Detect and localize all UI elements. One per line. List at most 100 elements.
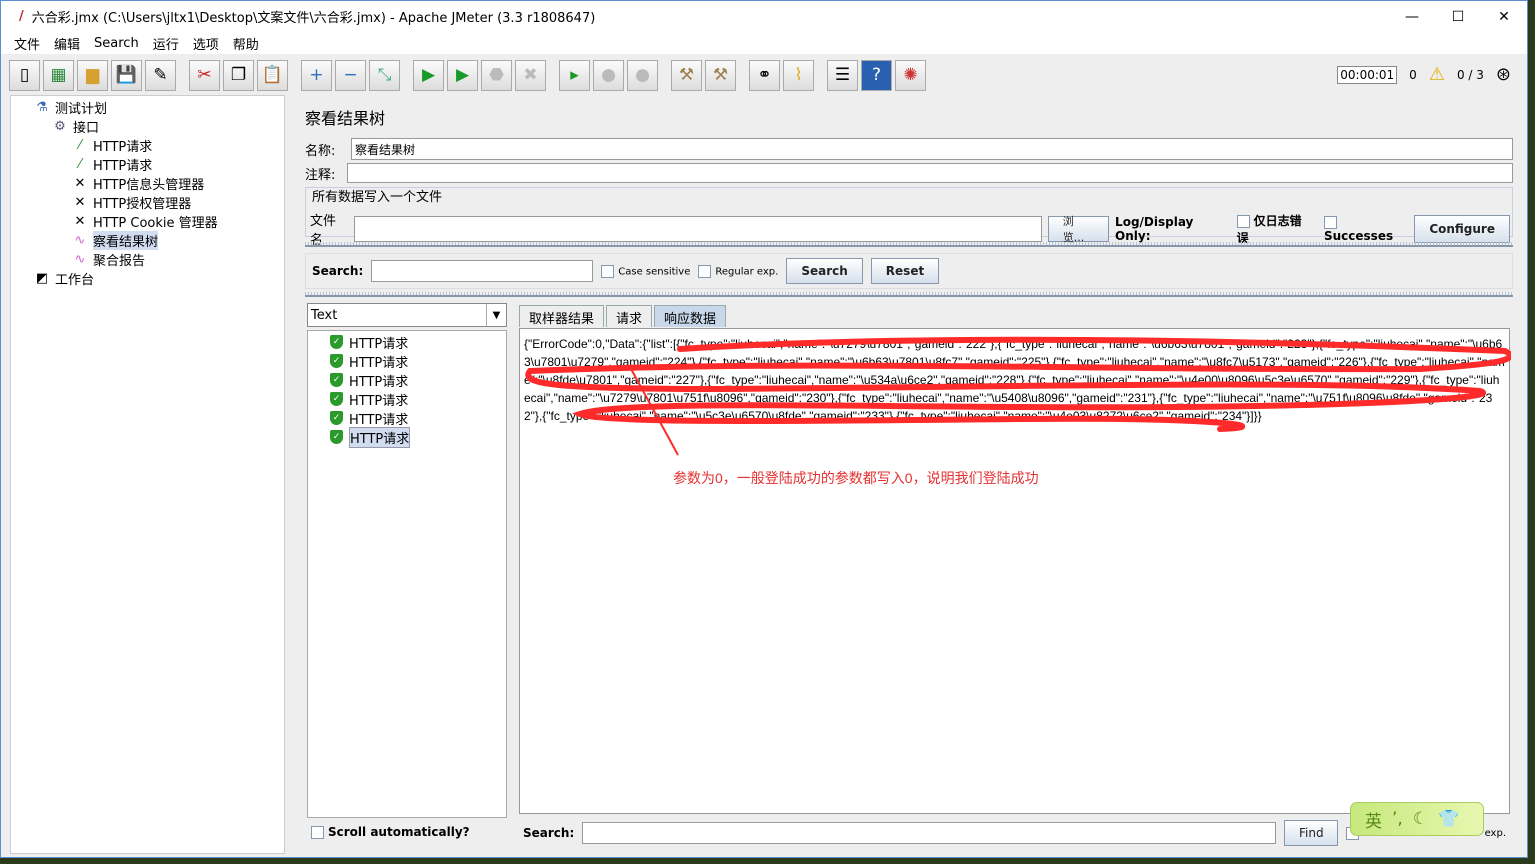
listener-icon: ∿ [74, 251, 86, 267]
browse-button[interactable]: 浏览... [1047, 215, 1110, 244]
renderer-select[interactable]: Text ▼ [307, 303, 507, 327]
result-item[interactable]: ✓ HTTP请求 [330, 371, 408, 390]
reset-button[interactable]: Reset [870, 258, 940, 284]
remote-shutdown-icon[interactable]: ● [627, 59, 658, 91]
tab-request[interactable]: 请求 [606, 305, 653, 327]
comment-field[interactable] [347, 163, 1513, 183]
sampler-icon: ⁄ [78, 156, 82, 172]
toggle-icon[interactable]: ⤡ [369, 59, 400, 91]
tree-node-http-request[interactable]: ⁄ HTTP请求 [71, 136, 152, 155]
reset-search-broom-icon[interactable]: ⌇ [783, 59, 814, 91]
regex-checkbox[interactable]: Regular exp. [698, 264, 778, 278]
search-input[interactable] [371, 260, 594, 282]
configure-button[interactable]: Configure [1414, 215, 1510, 243]
tree-node-thread-group[interactable]: ⚙ 接口 [51, 117, 99, 136]
start-icon[interactable]: ▶ [413, 59, 444, 91]
cut-icon[interactable]: ✂ [189, 59, 220, 91]
menu-edit[interactable]: 编辑 [54, 34, 80, 53]
save-icon[interactable]: 💾 [111, 59, 142, 91]
expand-icon[interactable]: + [301, 59, 332, 91]
name-field[interactable] [351, 138, 1513, 160]
minimize-button[interactable]: — [1389, 1, 1435, 32]
clear-icon[interactable]: ⚒ [671, 59, 702, 91]
menu-file[interactable]: 文件 [14, 34, 40, 53]
jmeter-window: / 六合彩.jmx (C:\Users\jltx1\Desktop\文案文件\六… [0, 0, 1528, 858]
menu-options[interactable]: 选项 [193, 34, 219, 53]
scroll-auto-checkbox[interactable]: Scroll automatically? [311, 825, 470, 839]
ime-toolbar[interactable]: 英 ’, ☾ 👕 [1350, 802, 1484, 836]
menu-run[interactable]: 运行 [153, 34, 179, 53]
warning-icon[interactable]: ⚠ [1429, 64, 1445, 85]
tree-node-view-results-tree[interactable]: ∿ 察看结果树 [71, 230, 159, 250]
tree-node-header-manager[interactable]: ✕ HTTP信息头管理器 [71, 174, 205, 193]
sampler-icon: ⁄ [78, 137, 82, 153]
config-icon: ✕ [74, 213, 86, 229]
close-button[interactable]: ✕ [1481, 1, 1527, 32]
annotation-text: 参数为0，一般登陆成功的参数都写入0，说明我们登陆成功 [673, 470, 1039, 486]
open-icon[interactable]: ▆ [77, 59, 108, 91]
results-list: ✓ HTTP请求 ✓ HTTP请求 ✓ HTTP请求 ✓ HTTP请求 ✓ HTTP请求 … [307, 330, 507, 818]
name-row: 名称: [305, 138, 1513, 160]
tree-node-aggregate-report[interactable]: ∿ 聚合报告 [71, 250, 145, 269]
find-button[interactable]: Find [1284, 820, 1339, 846]
copy-icon[interactable]: ❐ [223, 59, 254, 91]
tree-node-http-request[interactable]: ⁄ HTTP请求 [71, 155, 152, 174]
case-sensitive-checkbox[interactable]: Case sensitive [601, 264, 690, 278]
errors-only-checkbox[interactable]: 仅日志错误 [1236, 212, 1312, 246]
start-no-pause-icon[interactable]: ▶ [447, 59, 478, 91]
stop-icon[interactable]: ⬣ [481, 59, 512, 91]
elapsed-timer: 00:00:01 [1337, 65, 1398, 84]
response-body[interactable]: {"ErrorCode":0,"Data":{"list":[{"fc_type… [519, 328, 1511, 814]
response-search-input[interactable] [582, 822, 1277, 844]
menu-help[interactable]: 帮助 [233, 34, 259, 53]
remote-start-icon[interactable]: ▸ [559, 59, 590, 91]
result-item[interactable]: ✓ HTTP请求 [330, 390, 408, 409]
config-icon: ✕ [74, 194, 86, 210]
successes-checkbox[interactable]: Successes [1323, 215, 1408, 243]
paste-icon[interactable]: 📋 [257, 59, 288, 91]
name-label: 名称: [305, 143, 336, 159]
workbench-icon: ◩ [35, 270, 49, 286]
listener-icon: ∿ [74, 232, 86, 248]
tab-sampler-result[interactable]: 取样器结果 [519, 305, 605, 327]
shutdown-icon[interactable]: ✖ [515, 59, 546, 91]
tree-node-workbench[interactable]: ◩ 工作台 [33, 269, 94, 288]
collapse-icon[interactable]: − [335, 59, 366, 91]
result-item-selected[interactable]: ✓ HTTP请求 [330, 426, 411, 448]
filename-field[interactable] [354, 216, 1042, 242]
save-as-icon[interactable]: ✎ [145, 59, 176, 91]
help-icon[interactable]: ? [861, 59, 892, 91]
success-shield-icon: ✓ [330, 411, 343, 425]
tab-response-data[interactable]: 响应数据 [654, 305, 727, 327]
moon-icon: ☾ [1412, 809, 1429, 829]
result-item[interactable]: ✓ HTTP请求 [330, 352, 408, 371]
punctuation-icon: ’, [1392, 809, 1403, 829]
remote-stop-icon[interactable]: ● [593, 59, 624, 91]
tree-node-test-plan[interactable]: ⚗ 测试计划 [33, 98, 107, 117]
results-list-panel: Text ▼ ✓ HTTP请求 ✓ HTTP请求 ✓ HTTP请求 ✓ HTTP请求 ✓ H… [307, 303, 507, 848]
result-item[interactable]: ✓ HTTP请求 [330, 409, 408, 428]
splitter[interactable] [305, 242, 1513, 247]
config-icon: ✕ [74, 175, 86, 191]
file-group-title: 所有数据写入一个文件 [312, 190, 443, 205]
chevron-down-icon: ▼ [486, 304, 506, 326]
function-helper-icon[interactable]: ☰ [827, 59, 858, 91]
log-viewer-icon[interactable]: ✺ [895, 59, 926, 91]
search-button[interactable]: Search [786, 258, 863, 284]
maximize-button[interactable]: ☐ [1435, 1, 1481, 32]
menu-search[interactable]: Search [94, 36, 139, 51]
search-binoculars-icon[interactable]: ⚭ [749, 59, 780, 91]
skin-shirt-icon: 👕 [1438, 809, 1460, 829]
templates-icon[interactable]: ▦ [43, 59, 74, 91]
test-plan-icon: ⚗ [36, 99, 48, 115]
comment-row: 注释: [305, 163, 1513, 183]
result-item[interactable]: ✓ HTTP请求 [330, 333, 408, 352]
success-shield-icon: ✓ [330, 335, 343, 349]
splitter[interactable] [305, 292, 1513, 297]
new-icon[interactable]: ▯ [9, 59, 40, 91]
regex-label: exp. [1484, 827, 1506, 839]
clear-all-icon[interactable]: ⚒ [705, 59, 736, 91]
tree-node-auth-manager[interactable]: ✕ HTTP授权管理器 [71, 193, 192, 212]
page-title: 察看结果树 [305, 109, 386, 128]
tree-node-cookie-manager[interactable]: ✕ HTTP Cookie 管理器 [71, 212, 218, 231]
